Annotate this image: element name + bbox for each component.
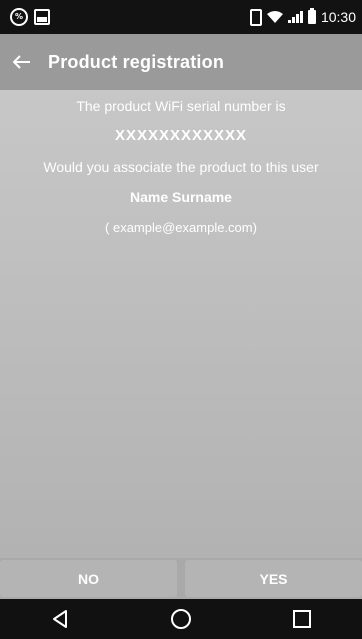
phone-screen: % 10:30 Product registration The product… [0,0,362,639]
status-bar: % 10:30 [0,0,362,34]
status-time: 10:30 [320,9,356,25]
nav-recents-button[interactable] [282,599,322,639]
percent-icon: % [10,8,28,26]
yes-button[interactable]: YES [185,560,362,597]
no-button[interactable]: NO [0,560,177,597]
serial-number: XXXXXXXXXXXX [114,127,248,144]
status-left-icons: % [10,8,50,26]
user-name: Name Surname [130,189,232,205]
registration-content: The product WiFi serial number is XXXXXX… [0,90,362,558]
square-recents-icon [292,610,311,628]
vibrate-icon [249,8,262,26]
nav-back-button[interactable] [40,599,80,639]
association-question: Would you associate the product to this … [43,159,319,175]
serial-intro-text: The product WiFi serial number is [76,98,286,114]
triangle-back-icon [53,610,68,628]
user-email: ( example@example.com) [105,220,257,235]
back-button[interactable] [0,34,44,90]
action-buttons: NO YES [0,558,362,599]
wifi-icon [266,11,283,23]
circle-home-icon [170,609,191,629]
navigation-bar [0,599,362,639]
image-icon [34,9,50,25]
nav-home-button[interactable] [161,599,201,639]
page-title: Product registration [48,51,225,72]
arrow-left-icon [13,55,30,69]
signal-icon [287,11,303,23]
battery-icon [307,8,316,24]
app-bar: Product registration [0,34,362,90]
status-right-icons: 10:30 [249,8,356,26]
